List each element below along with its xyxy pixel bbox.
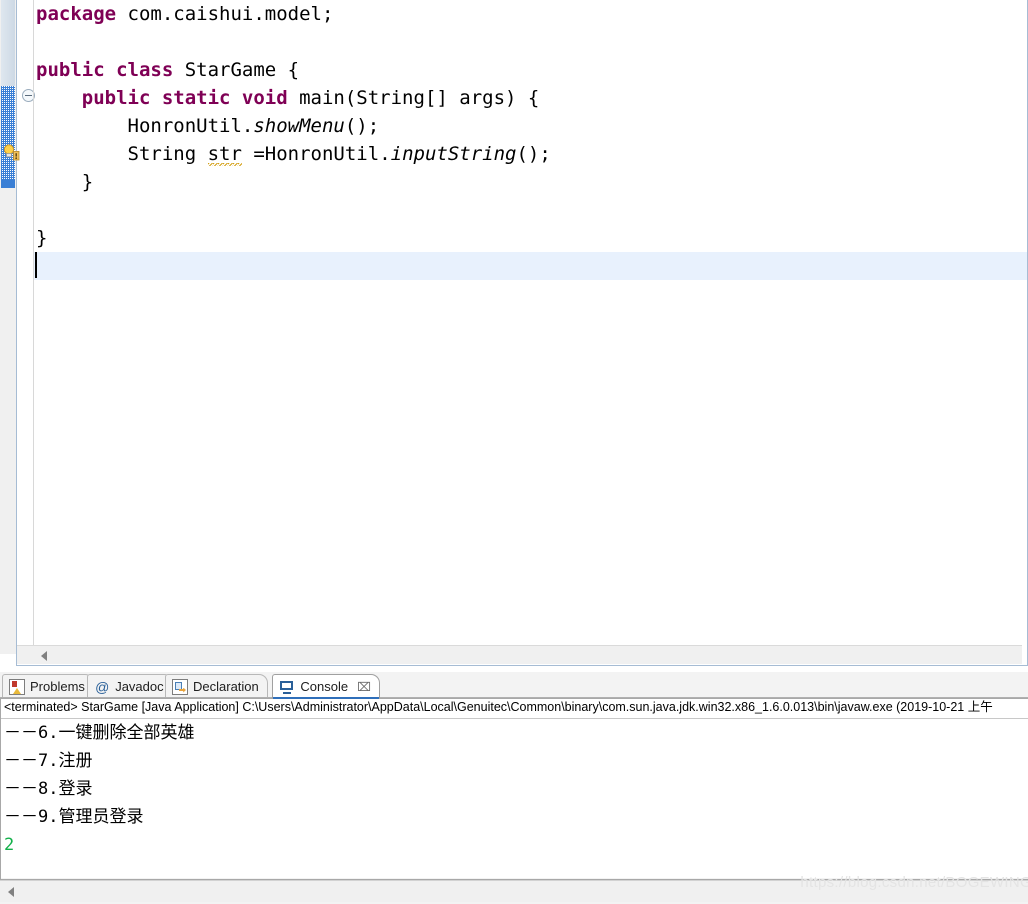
tab-label: Console: [300, 679, 349, 694]
view-tabbar: Problems @ Javadoc Declaration Console ⌧: [0, 672, 1028, 699]
declaration-icon: [172, 678, 188, 695]
watermark-text: https://blog.csdn.net/BOGEWING: [800, 874, 1028, 891]
console-output[interactable]: －－6.一键删除全部英雄 －－7.注册 －－8.登录 －－9.管理员登录 2: [1, 719, 1028, 859]
code-text: StarGame {: [184, 59, 300, 81]
scroll-left-arrow-icon[interactable]: [41, 651, 47, 661]
java-editor[interactable]: package com.caishui.model; public class S…: [0, 0, 1028, 672]
console-view[interactable]: <terminated> StarGame [Java Application]…: [0, 698, 1028, 878]
code-keyword: public static void: [81, 87, 300, 109]
console-icon: [279, 678, 296, 695]
tab-problems[interactable]: Problems: [2, 674, 94, 698]
code-text: String: [36, 143, 208, 165]
code-text: ();: [344, 115, 380, 137]
quickfix-warning-icon[interactable]: [2, 144, 20, 161]
code-line[interactable]: }: [34, 224, 1028, 252]
code-warning-token: str: [207, 143, 242, 166]
code-line[interactable]: public static void main(String[] args) {: [34, 84, 1028, 112]
code-keyword: public class: [36, 59, 185, 81]
scroll-left-arrow-icon[interactable]: [8, 887, 14, 897]
code-line[interactable]: String str =HonronUtil.inputString();: [34, 140, 1028, 168]
code-line[interactable]: [34, 196, 1028, 224]
code-text-area[interactable]: package com.caishui.model; public class S…: [34, 0, 1028, 654]
bottom-view-stack: Problems @ Javadoc Declaration Console ⌧ <ter…: [0, 672, 1028, 904]
code-text: }: [36, 227, 48, 249]
console-output-line: 2: [4, 835, 15, 855]
code-line[interactable]: HonronUtil.showMenu();: [34, 112, 1028, 140]
editor-horizontal-scrollbar[interactable]: [17, 645, 1022, 664]
tab-declaration[interactable]: Declaration: [165, 674, 268, 698]
code-italic-method: showMenu: [253, 115, 345, 137]
change-bar-solid: [1, 180, 15, 188]
tab-label: Problems: [30, 679, 85, 694]
console-output-line: －－8.登录: [4, 779, 93, 799]
code-line[interactable]: [34, 252, 1028, 280]
annotation-ruler-thumb[interactable]: [1, 0, 15, 86]
active-tab-underline: [273, 697, 379, 699]
code-italic-method: inputString: [390, 143, 517, 165]
code-keyword: package: [36, 3, 128, 25]
code-text: HonronUtil.: [36, 115, 254, 137]
change-bar-hatched: [1, 86, 15, 180]
console-output-line: －－9.管理员登录: [4, 807, 144, 827]
code-text: ();: [516, 143, 551, 165]
tab-console[interactable]: Console ⌧: [272, 674, 380, 699]
problems-icon: [9, 678, 25, 695]
javadoc-icon: @: [95, 678, 110, 695]
code-text: main(String[] args) {: [299, 87, 540, 109]
code-text: }: [36, 171, 94, 193]
code-text: com.caishui.model;: [127, 3, 334, 25]
editor-annotation-ruler[interactable]: [0, 0, 17, 654]
code-line[interactable]: }: [34, 168, 1028, 196]
console-output-line: －－7.注册: [4, 751, 93, 771]
console-output-line: －－6.一键删除全部英雄: [4, 723, 195, 743]
console-launch-config-line: <terminated> StarGame [Java Application]…: [4, 700, 993, 714]
tab-label: Declaration: [193, 679, 259, 694]
code-line[interactable]: [34, 28, 1028, 56]
code-text: =HonronUtil.: [241, 143, 391, 165]
close-icon[interactable]: ⌧: [357, 680, 371, 694]
tab-javadoc[interactable]: @ Javadoc: [87, 674, 173, 698]
code-line[interactable]: public class StarGame {: [34, 56, 1028, 84]
code-line[interactable]: package com.caishui.model;: [34, 0, 1028, 28]
tab-label: Javadoc: [115, 679, 164, 694]
